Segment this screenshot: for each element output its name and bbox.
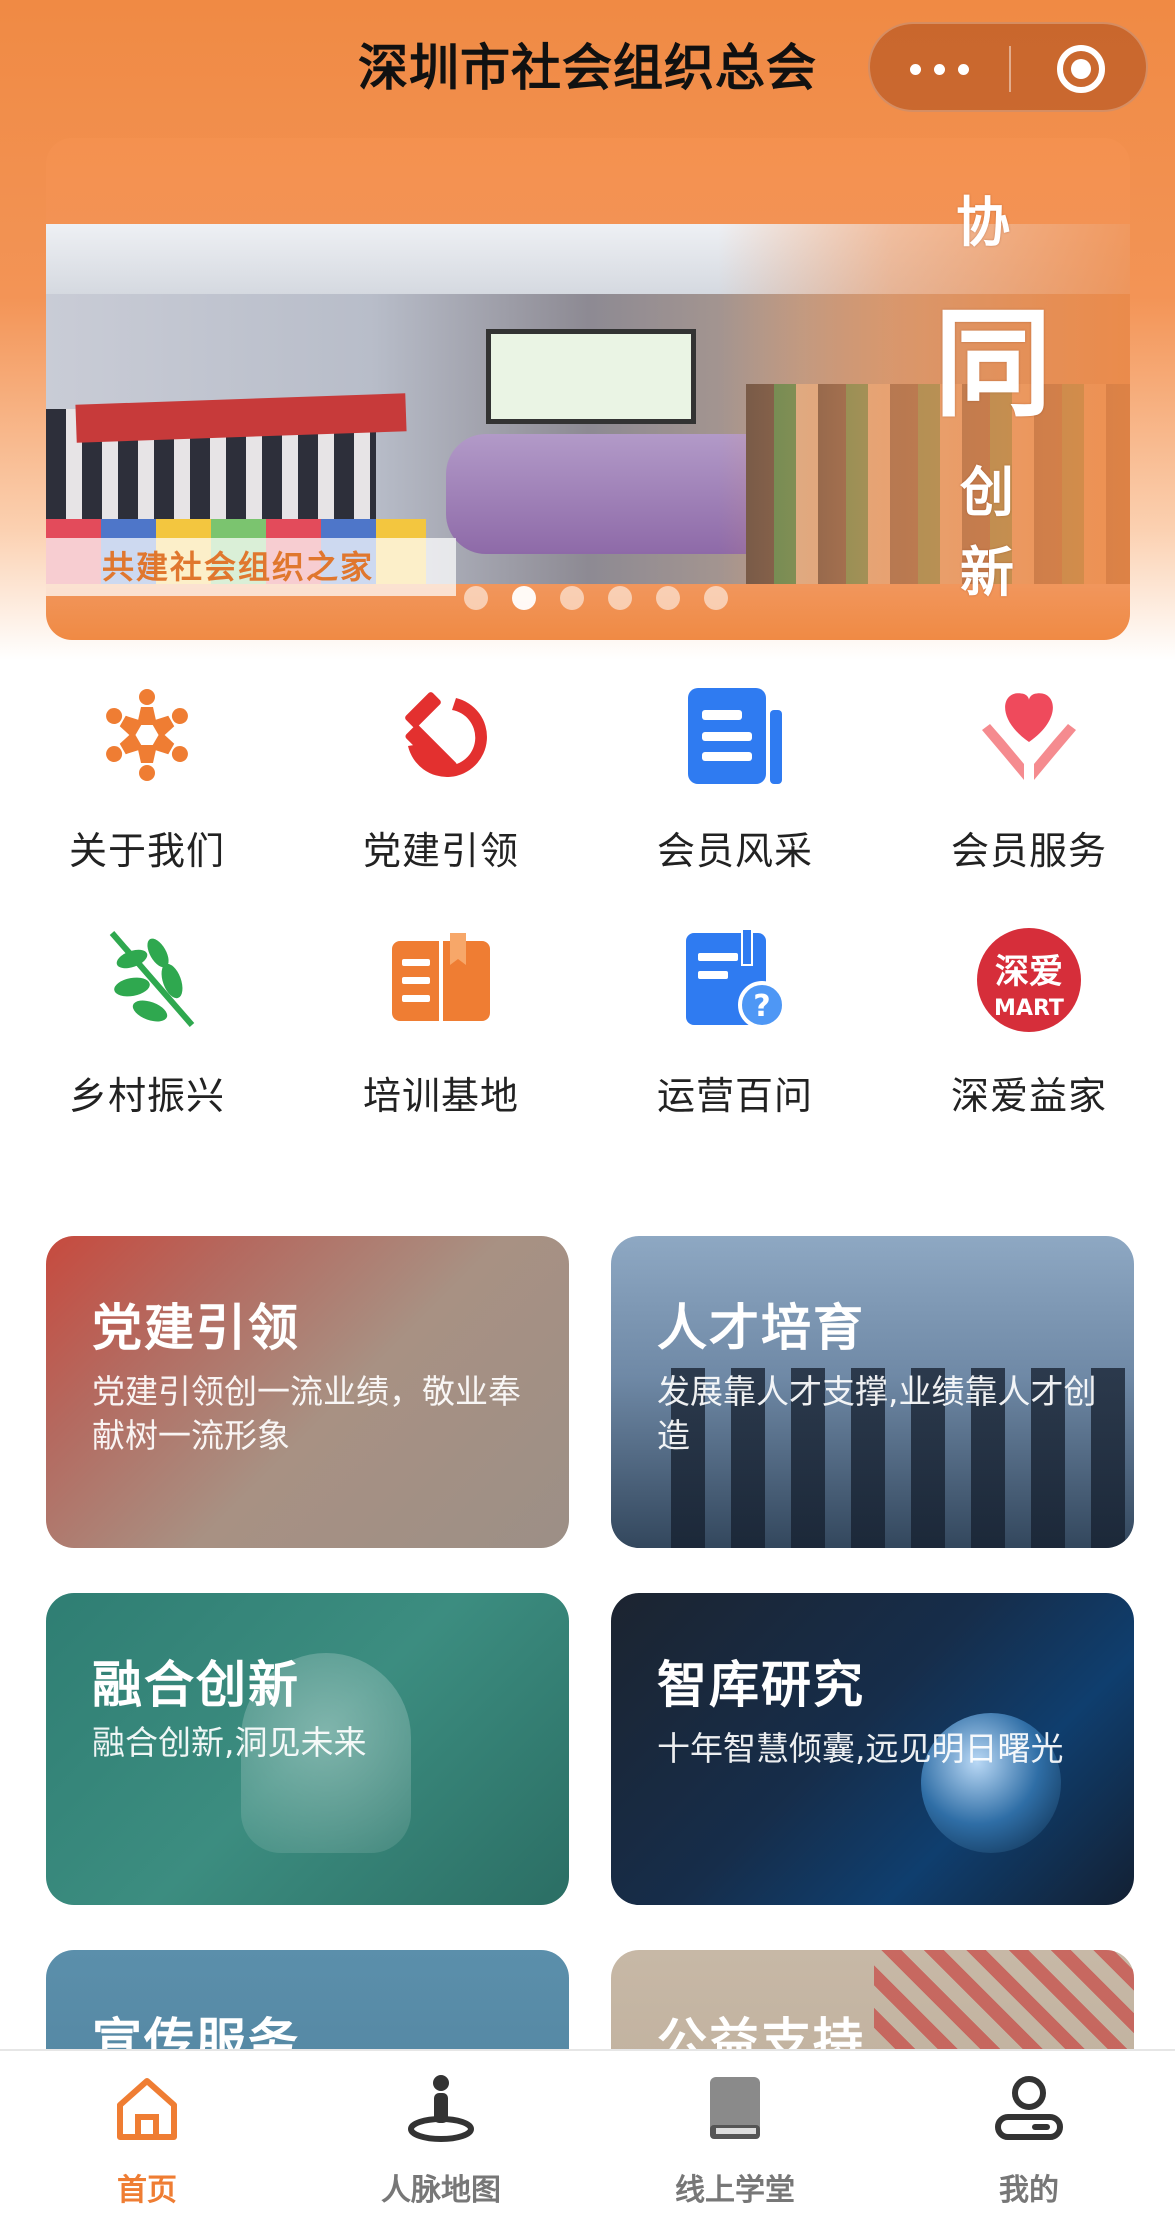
tab-network-map[interactable]: 人脉地图 xyxy=(294,2065,588,2213)
side-char-1: 协 xyxy=(956,190,1010,254)
card-subtitle: 发展靠人才支撑,业绩靠人才创造 xyxy=(657,1372,1097,1455)
menu-item-about[interactable]: 关于我们 xyxy=(0,680,294,890)
carousel-dot[interactable] xyxy=(704,586,728,610)
menu-item-faq[interactable]: ? 运营百问 xyxy=(588,925,882,1135)
svg-text:?: ? xyxy=(753,989,770,1024)
card-think-tank[interactable]: 智库研究 十年智慧倾囊,远见明日曙光 xyxy=(611,1593,1134,1905)
side-char-3: 创 xyxy=(960,460,1014,524)
menu-label: 深爱益家 xyxy=(950,1074,1107,1118)
more-dots-icon[interactable] xyxy=(870,24,1009,114)
hammer-sickle-icon xyxy=(405,692,487,777)
user-profile-icon xyxy=(995,2076,1063,2140)
card-title: 党建引领 xyxy=(92,1299,300,1357)
tab-mine[interactable]: 我的 xyxy=(882,2065,1175,2213)
menu-item-shenai[interactable]: 深爱 MART 深爱益家 xyxy=(882,925,1175,1135)
tab-label: 线上学堂 xyxy=(675,2173,795,2208)
banner-slogan: 共建社会组织之家 xyxy=(46,538,456,596)
menu-label: 会员风采 xyxy=(656,829,813,873)
carousel-dot[interactable] xyxy=(656,586,680,610)
menu-label: 会员服务 xyxy=(950,829,1107,873)
card-title: 智库研究 xyxy=(657,1656,865,1714)
news-document-icon xyxy=(688,688,782,784)
book-question-icon: ? xyxy=(686,928,786,1029)
card-title: 人才培育 xyxy=(657,1299,865,1357)
card-innovation[interactable]: 融合创新 融合创新,洞见未来 xyxy=(46,1593,569,1905)
menu-item-member-service[interactable]: 会员服务 xyxy=(882,680,1175,890)
tab-online-school[interactable]: 线上学堂 xyxy=(588,2065,882,2213)
carousel-dot[interactable] xyxy=(608,586,632,610)
wheat-leaf-icon xyxy=(109,931,195,1027)
carousel-dot[interactable] xyxy=(560,586,584,610)
svg-text:MART: MART xyxy=(994,996,1064,1021)
carousel-dot[interactable] xyxy=(464,586,488,610)
people-circle-icon xyxy=(102,689,192,781)
menu-label: 运营百问 xyxy=(656,1074,813,1118)
card-party-building[interactable]: 党建引领 党建引领创一流业绩，敬业奉献树一流形象 xyxy=(46,1236,569,1548)
carousel-dots xyxy=(464,586,728,610)
menu-label: 乡村振兴 xyxy=(68,1074,225,1118)
tab-label: 我的 xyxy=(999,2173,1059,2208)
tab-label: 首页 xyxy=(117,2173,177,2208)
card-subtitle: 融合创新,洞见未来 xyxy=(92,1723,367,1762)
menu-item-party[interactable]: 党建引领 xyxy=(294,680,588,890)
person-map-pin-icon xyxy=(408,2075,474,2142)
card-talent[interactable]: 人才培育 发展靠人才支撑,业绩靠人才创造 xyxy=(611,1236,1134,1548)
menu-item-member-style[interactable]: 会员风采 xyxy=(588,680,882,890)
menu-item-training[interactable]: 培训基地 xyxy=(294,925,588,1135)
carousel-dot-active[interactable] xyxy=(512,586,536,610)
open-book-icon xyxy=(392,933,490,1021)
menu-label: 培训基地 xyxy=(362,1074,519,1118)
target-circle-icon[interactable] xyxy=(1011,24,1150,114)
side-char-4: 新 xyxy=(960,540,1014,604)
tab-label: 人脉地图 xyxy=(381,2173,501,2208)
heart-hands-icon xyxy=(982,693,1076,780)
card-subtitle: 十年智慧倾囊,远见明日曙光 xyxy=(657,1729,1064,1768)
home-icon xyxy=(117,2078,177,2140)
svg-text:深爱: 深爱 xyxy=(995,952,1063,992)
menu-label: 党建引领 xyxy=(362,829,519,873)
book-icon xyxy=(710,2077,760,2139)
banner-carousel[interactable]: 协 同 创 新 共建社会组织之家 xyxy=(46,138,1130,640)
card-title: 融合创新 xyxy=(92,1656,300,1714)
card-subtitle: 党建引领创一流业绩，敬业奉献树一流形象 xyxy=(92,1372,521,1455)
shenai-mart-logo: 深爱 MART xyxy=(977,928,1081,1032)
tab-home[interactable]: 首页 xyxy=(0,2065,294,2213)
menu-label: 关于我们 xyxy=(68,829,225,873)
bottom-tab-bar: 首页 人脉地图 线上学堂 我的 xyxy=(0,2049,1175,2213)
mini-program-capsule xyxy=(868,22,1148,112)
banner-side-caption: 协 同 创 新 xyxy=(916,178,1106,608)
home-page: 深圳市社会组织总会 协 同 创 新 共建社会组织之家 关于我们 党建引领 会员风… xyxy=(0,0,1175,2213)
menu-item-rural[interactable]: 乡村振兴 xyxy=(0,925,294,1135)
side-char-2: 同 xyxy=(934,294,1053,433)
